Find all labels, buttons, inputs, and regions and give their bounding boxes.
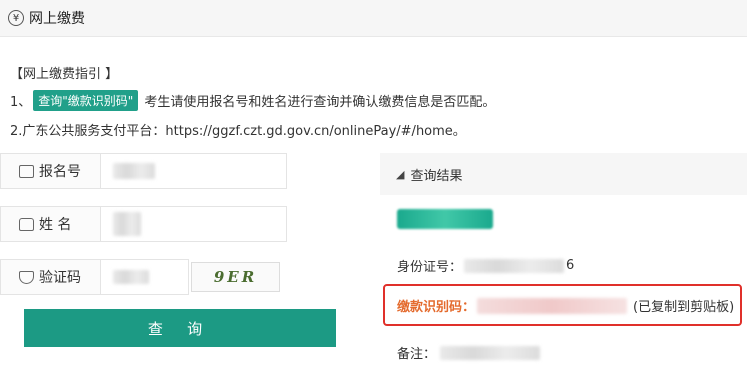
name-label: 姓 名	[0, 206, 101, 242]
lock-icon	[19, 217, 34, 231]
redacted-value	[440, 345, 541, 360]
query-button[interactable]: 查 询	[24, 309, 336, 347]
redacted-value	[477, 297, 628, 314]
redacted-value	[113, 212, 141, 236]
captcha-image[interactable]: 9ER	[191, 262, 280, 292]
captcha-input[interactable]	[101, 259, 189, 295]
redacted-value	[464, 258, 565, 273]
captcha-label-text: 验证码	[39, 270, 81, 286]
name-label-text: 姓 名	[39, 217, 72, 233]
payment-code-line: 缴款识别码： (已复制到剪贴板)	[397, 296, 734, 315]
reg-number-label-text: 报名号	[39, 164, 81, 180]
captcha-row: 验证码	[0, 259, 189, 295]
yen-icon: ¥	[8, 10, 24, 26]
guide-step-1: 1、 查询"缴款识别码" 考生请使用报名号和姓名进行查询并确认缴费信息是否匹配。	[10, 90, 740, 111]
payment-code-label: 缴款识别码：	[397, 300, 476, 315]
remark-line: 备注：	[397, 343, 541, 362]
page-header: ¥ 网上缴费	[0, 0, 747, 37]
id-number-line: 身份证号： 6	[397, 256, 574, 275]
page-title: 网上缴费	[29, 11, 85, 27]
id-number-suffix: 6	[566, 258, 575, 273]
guide-title: 【网上缴费指引 】	[10, 67, 119, 82]
name-input[interactable]	[101, 206, 287, 242]
result-title: 查询结果	[410, 168, 463, 184]
step1-text: 考生请使用报名号和姓名进行查询并确认缴费信息是否匹配。	[144, 95, 496, 110]
redacted-value	[113, 270, 149, 284]
query-code-tag: 查询"缴款识别码"	[33, 90, 139, 111]
reg-number-label: 报名号	[0, 153, 101, 189]
captcha-label: 验证码	[0, 259, 101, 295]
id-card-icon	[19, 164, 34, 178]
id-number-label: 身份证号：	[397, 260, 463, 275]
reg-number-row: 报名号	[0, 153, 287, 189]
status-badge	[397, 209, 493, 229]
result-panel: ◢ 查询结果 身份证号： 6 缴款识别码： (已复制到剪贴板) 备注：	[380, 153, 747, 371]
rss-icon: ◢	[396, 167, 405, 181]
guide-step-2: 2.广东公共服务支付平台：https://ggzf.czt.gd.gov.cn/…	[10, 124, 466, 139]
redacted-value	[113, 163, 155, 179]
payment-guide: 【网上缴费指引 】 1、 查询"缴款识别码" 考生请使用报名号和姓名进行查询并确…	[10, 63, 740, 148]
shield-icon	[19, 270, 34, 284]
remark-label: 备注：	[397, 347, 437, 362]
step1-prefix: 1、	[10, 95, 32, 110]
copied-note: (已复制到剪贴板)	[633, 300, 735, 315]
reg-number-input[interactable]	[101, 153, 287, 189]
result-header: ◢ 查询结果	[380, 153, 747, 195]
name-row: 姓 名	[0, 206, 287, 242]
